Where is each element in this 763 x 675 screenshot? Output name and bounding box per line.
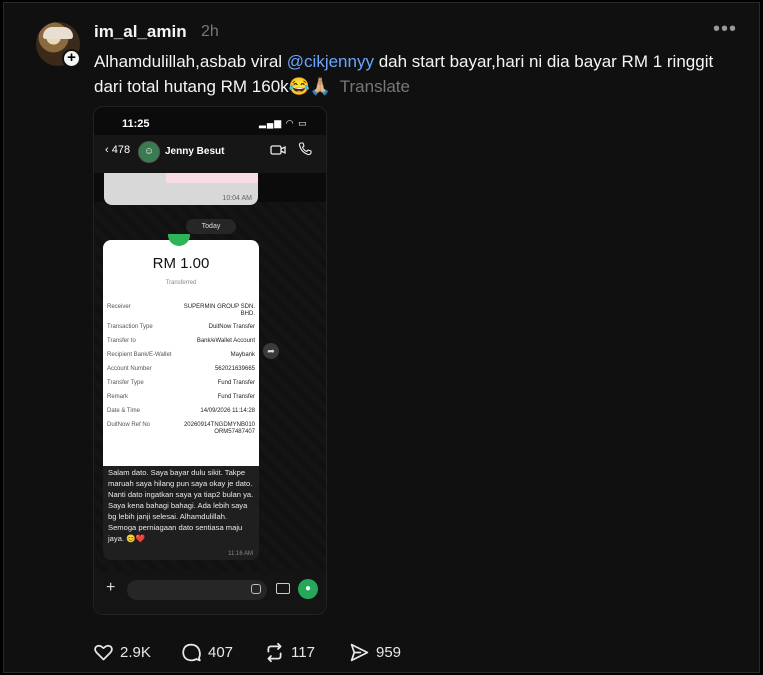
previous-message: 10:04 AM [104,173,258,205]
post-actions: 2.9K 407 117 959 [93,639,453,665]
receipt-value: Bank/eWallet Account [196,338,255,344]
receipt-value: 14/09/2026 11:14:28 [200,408,255,414]
contact-avatar: ☺ [138,141,160,163]
previous-message-image [166,173,258,183]
microphone-icon: ● [298,579,318,599]
previous-message-time: 10:04 AM [222,195,252,202]
share-count: 959 [376,643,402,661]
receipt-amount: RM 1.00 [152,255,210,272]
receipt-value: Maybank [230,352,255,358]
receipt-label: Recipient Bank/E-Wallet [107,352,172,358]
comment-button[interactable]: 407 [181,639,233,665]
repost-button[interactable]: 117 [264,639,315,665]
receipt-label: Date & Time [107,408,141,414]
receipt-value: 562021639665 [214,366,255,372]
status-bar-time: 11:25 [122,118,150,130]
comment-icon [182,643,201,661]
receipt-value: 20260914TNGDMYNB010ORM57487407 [183,422,255,435]
receipt-label: Transaction Type [107,324,153,330]
chat-message-text: Salam dato. Saya bayar dulu sikit. Takpe… [108,468,254,543]
like-button[interactable]: 2.9K [93,639,151,665]
receipt-status: Transferred [165,280,197,286]
status-bar-icons: ▂▄▆ ◠ ▭ [259,118,308,128]
like-count: 2.9K [120,643,151,661]
receipt-value: SUPERMIN GROUP SDN. BHD. [183,304,255,317]
repost-count: 117 [291,643,315,661]
translate-link[interactable]: Translate [340,77,410,96]
avatar-hat [43,27,73,39]
back-count: 478 [111,144,131,156]
receipt-label: Remark [107,394,129,400]
receipt-label: Account Number [107,366,152,372]
receipt-value: Fund Transfer [217,380,255,386]
chat-message-time: 11:16 AM [228,551,253,557]
forward-icon: ➦ [263,343,279,359]
post-body: Alhamdulillah,asbab viral @cikjennyy dah… [94,49,734,99]
post-text-start: Alhamdulillah,asbab viral [94,52,287,71]
success-check-icon [168,234,190,246]
share-button[interactable]: 959 [349,639,401,665]
receipt-label: Transfer to [107,338,136,344]
date-separator: Today [186,219,236,234]
post-timestamp: 2h [201,23,219,40]
chat-composer: + ● [94,571,326,614]
chat-message: Salam dato. Saya bayar dulu sikit. Takpe… [103,466,259,560]
receipt-label: DuitNow Ref No [107,422,151,428]
contact-name: Jenny Besut [165,146,225,157]
receipt-label: Receiver [107,304,131,310]
follow-button[interactable]: + [62,49,81,68]
attached-screenshot[interactable]: 11:25 ▂▄▆ ◠ ▭ ‹ 478 ☺ Jenny Besut 10:04 … [93,106,327,615]
more-options-button[interactable]: ••• [713,19,737,39]
comment-count: 407 [208,643,234,661]
phone-icon [298,142,312,156]
heart-icon [94,644,113,660]
chat-header: ‹ 478 ☺ Jenny Besut [94,135,326,173]
transfer-receipt: RM 1.00 Transferred Receiver SUPERMIN GRO… [103,234,259,466]
receipt-value: DuitNow Transfer [208,324,255,330]
username[interactable]: im_al_amin [94,22,187,42]
plus-icon: + [106,579,116,596]
receipt-label: Transfer Type [107,380,144,386]
repost-icon [267,642,282,662]
receipt-value: Fund Transfer [217,394,255,400]
video-call-icon [270,145,286,155]
send-icon [350,643,369,661]
post-card: + im_al_amin 2h ••• Alhamdulillah,asbab … [3,2,760,673]
message-input [127,580,267,600]
camera-icon [276,583,290,594]
back-button: ‹ 478 [105,144,131,156]
mention-link[interactable]: @cikjennyy [287,52,374,71]
sticker-icon [251,584,261,594]
